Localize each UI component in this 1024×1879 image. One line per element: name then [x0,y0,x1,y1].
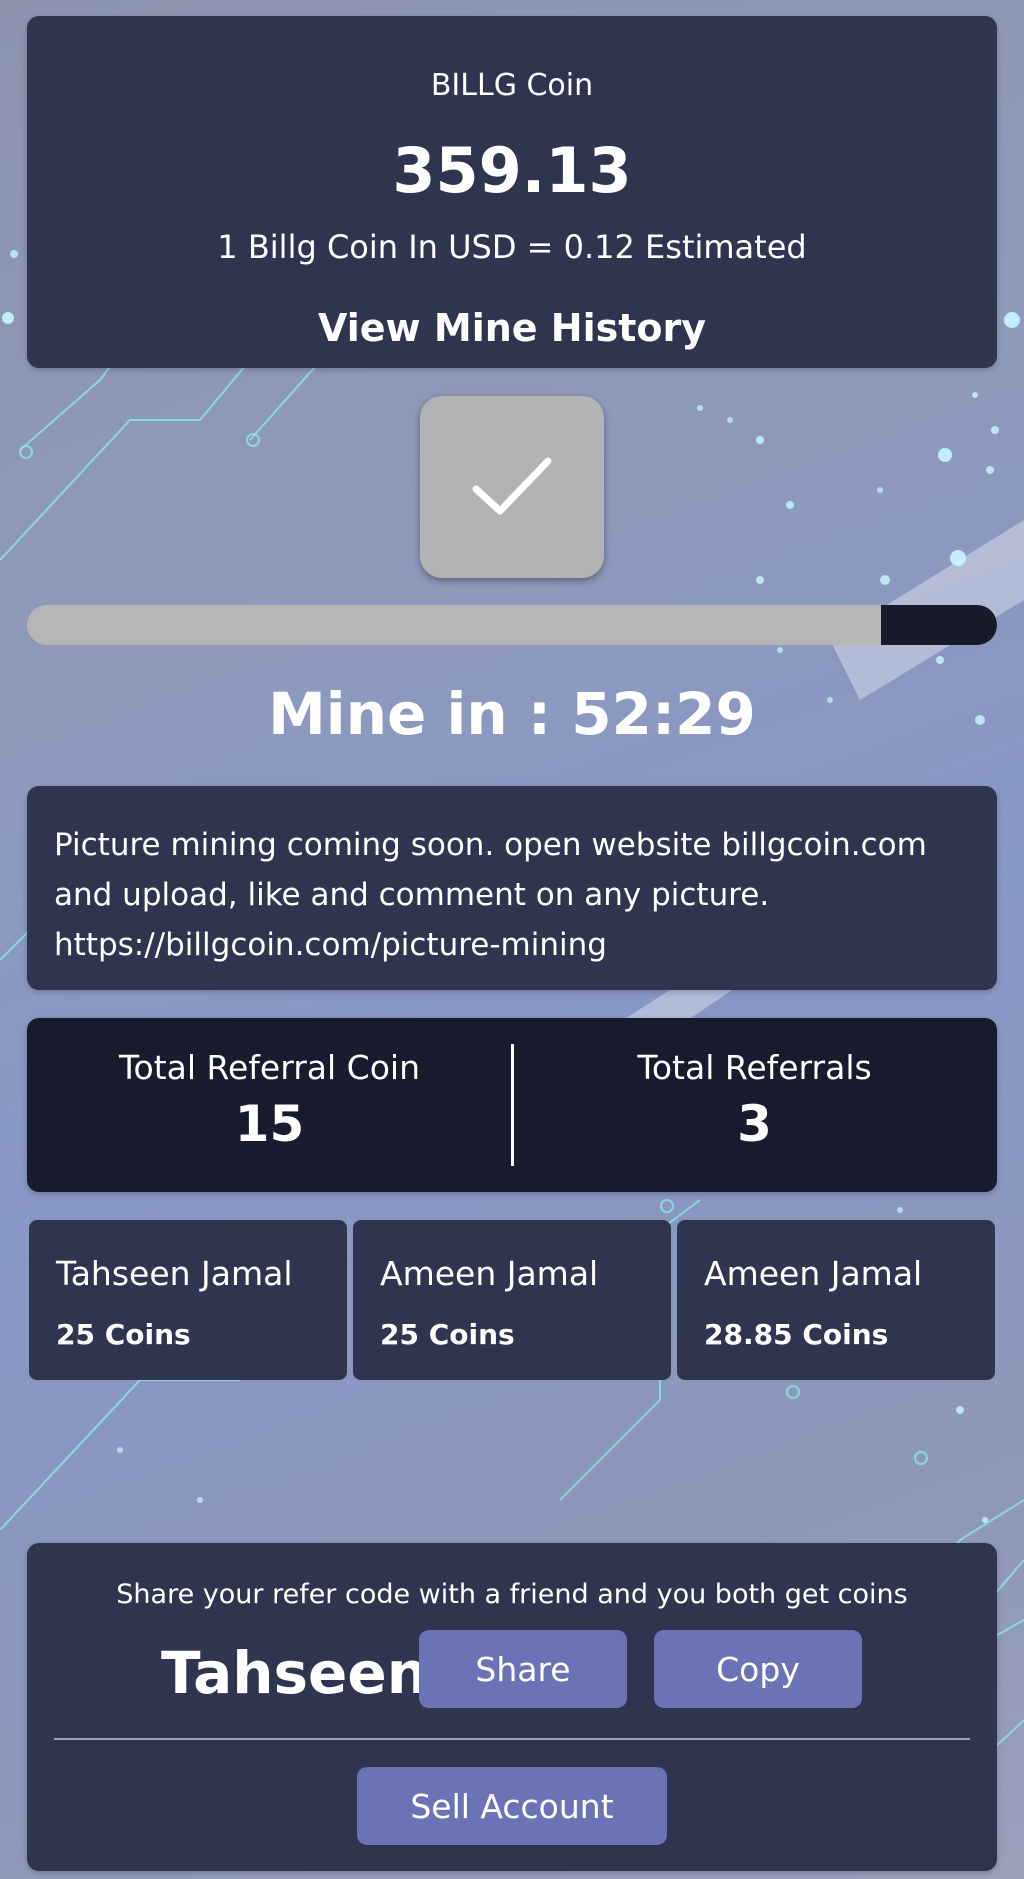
share-button[interactable]: Share [419,1630,627,1708]
referral-card[interactable]: Ameen Jamal 25 Coins [353,1220,671,1380]
refer-card: Share your refer code with a friend and … [27,1543,997,1871]
copy-button[interactable]: Copy [654,1630,862,1708]
coin-usd-rate: 1 Billg Coin In USD = 0.12 Estimated [217,228,807,266]
view-mine-history-link[interactable]: View Mine History [27,306,997,350]
referral-card[interactable]: Tahseen Jamal 25 Coins [29,1220,347,1380]
refer-code: Tahseen [161,1639,429,1707]
total-referral-coin-label: Total Referral Coin [119,1048,420,1087]
referral-stats-card: Total Referral Coin 15 Total Referrals 3 [27,1018,997,1192]
coin-name: BILLG Coin [430,68,594,103]
mine-countdown: Mine in : 52:29 [268,680,756,748]
total-referral-coin-value: 15 [234,1095,305,1153]
refer-hint: Share your refer code with a friend and … [116,1579,908,1610]
total-referrals: Total Referrals 3 [512,1048,997,1153]
referral-name: Ameen Jamal [380,1254,599,1293]
total-referrals-value: 3 [737,1095,772,1153]
referral-card[interactable]: Ameen Jamal 28.85 Coins [677,1220,995,1380]
balance-card: BILLG Coin 359.13 1 Billg Coin In USD = … [27,16,997,368]
referral-name: Tahseen Jamal [56,1254,293,1293]
referral-name: Ameen Jamal [704,1254,923,1293]
mine-button[interactable] [420,396,604,578]
notice-card: Picture mining coming soon. open website… [27,786,997,990]
sell-account-button[interactable]: Sell Account [357,1767,667,1845]
referral-coins: 28.85 Coins [704,1318,889,1351]
total-referral-coin: Total Referral Coin 15 [27,1048,512,1153]
divider [54,1738,970,1740]
referral-coins: 25 Coins [56,1318,191,1351]
notice-text: Picture mining coming soon. open website… [54,827,927,963]
mining-progress-remaining [880,605,997,645]
coin-balance: 359.13 [392,134,632,207]
total-referrals-label: Total Referrals [637,1048,872,1087]
checkmark-icon [472,457,552,515]
referral-coins: 25 Coins [380,1318,515,1351]
mining-progress-bar [27,605,997,645]
